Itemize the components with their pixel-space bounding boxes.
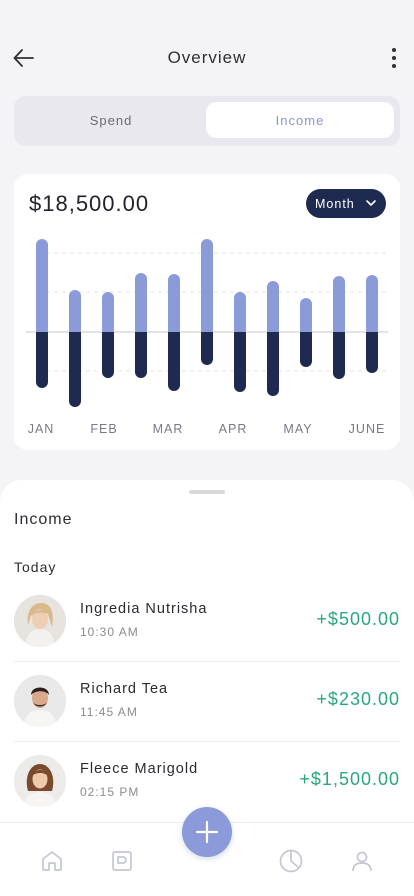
expense-bar-cap <box>102 332 114 340</box>
income-bar[interactable] <box>234 292 246 336</box>
expense-bar-cap <box>267 332 279 340</box>
transaction-time: 11:45 AM <box>80 705 138 719</box>
income-bar[interactable] <box>69 290 81 336</box>
month-tick-label: MAY <box>283 422 312 436</box>
transaction-row[interactable]: Richard Tea 11:45 AM +$230.00 <box>14 675 400 755</box>
expense-bar-cap <box>333 332 345 340</box>
expense-bar-cap <box>168 332 180 340</box>
transaction-amount: +$230.00 <box>316 689 400 709</box>
expense-bar[interactable] <box>234 332 246 392</box>
tab-wallet[interactable] <box>108 847 136 875</box>
transaction-amount: +$500.00 <box>316 609 400 629</box>
expense-bar-cap <box>300 332 312 340</box>
chart-card: $18,500.00 Month JAN FEB MAR APR MAY JUNE <box>14 174 400 450</box>
section-today: Today <box>14 559 57 575</box>
row-divider <box>14 661 400 662</box>
month-tick-label: JAN <box>28 422 55 436</box>
tab-statistics[interactable] <box>277 847 305 875</box>
spend-income-toggle: Spend Income <box>14 96 400 146</box>
tab-profile[interactable] <box>348 847 376 875</box>
income-bar[interactable] <box>102 292 114 336</box>
more-vertical-icon <box>392 48 396 68</box>
income-bar[interactable] <box>135 273 147 336</box>
expense-bar-cap <box>201 332 213 340</box>
expense-bar[interactable] <box>267 332 279 396</box>
income-bar[interactable] <box>201 239 213 336</box>
wallet-icon <box>112 851 132 871</box>
transaction-name: Fleece Marigold <box>80 761 199 777</box>
app-header: Overview <box>0 36 414 80</box>
home-icon <box>42 851 62 871</box>
expense-bar-cap <box>69 332 81 340</box>
transaction-time: 02:15 PM <box>80 785 140 799</box>
income-bar[interactable] <box>333 276 345 336</box>
income-bar[interactable] <box>168 274 180 336</box>
income-bar[interactable] <box>36 239 48 336</box>
expense-bar[interactable] <box>36 332 48 388</box>
transaction-time: 10:30 AM <box>80 625 139 639</box>
income-bar[interactable] <box>366 275 378 336</box>
expense-bar[interactable] <box>168 332 180 391</box>
add-button[interactable] <box>182 807 232 857</box>
month-tick-label: JUNE <box>349 422 386 436</box>
avatar <box>14 755 66 807</box>
income-bar[interactable] <box>300 298 312 336</box>
expense-bar-cap <box>135 332 147 340</box>
more-options-button[interactable] <box>380 44 408 72</box>
transaction-name: Ingredia Nutrisha <box>80 601 208 617</box>
transaction-amount: +$1,500.00 <box>299 769 400 789</box>
user-icon <box>352 851 372 872</box>
tab-spend[interactable]: Spend <box>18 102 204 138</box>
row-divider <box>14 741 400 742</box>
avatar <box>14 595 66 647</box>
tab-home[interactable] <box>38 847 66 875</box>
expense-bar[interactable] <box>69 332 81 407</box>
transaction-row[interactable]: Ingredia Nutrisha 10:30 AM +$500.00 <box>14 595 400 675</box>
month-tick-label: MAR <box>153 422 184 436</box>
expense-bar-cap <box>234 332 246 340</box>
expense-bar-cap <box>366 332 378 340</box>
income-bar[interactable] <box>267 281 279 336</box>
tab-income[interactable]: Income <box>206 102 394 138</box>
sheet-title: Income <box>14 511 73 528</box>
pie-chart-icon <box>279 849 303 873</box>
income-bar-chart: JAN FEB MAR APR MAY JUNE <box>26 239 388 436</box>
plus-icon <box>195 820 219 844</box>
page-title: Overview <box>167 48 247 67</box>
transaction-name: Richard Tea <box>80 681 169 697</box>
avatar <box>14 675 66 727</box>
month-tick-label: APR <box>219 422 248 436</box>
sheet-drag-handle[interactable] <box>189 490 225 494</box>
expense-bar-cap <box>36 332 48 340</box>
month-tick-label: FEB <box>90 422 117 436</box>
